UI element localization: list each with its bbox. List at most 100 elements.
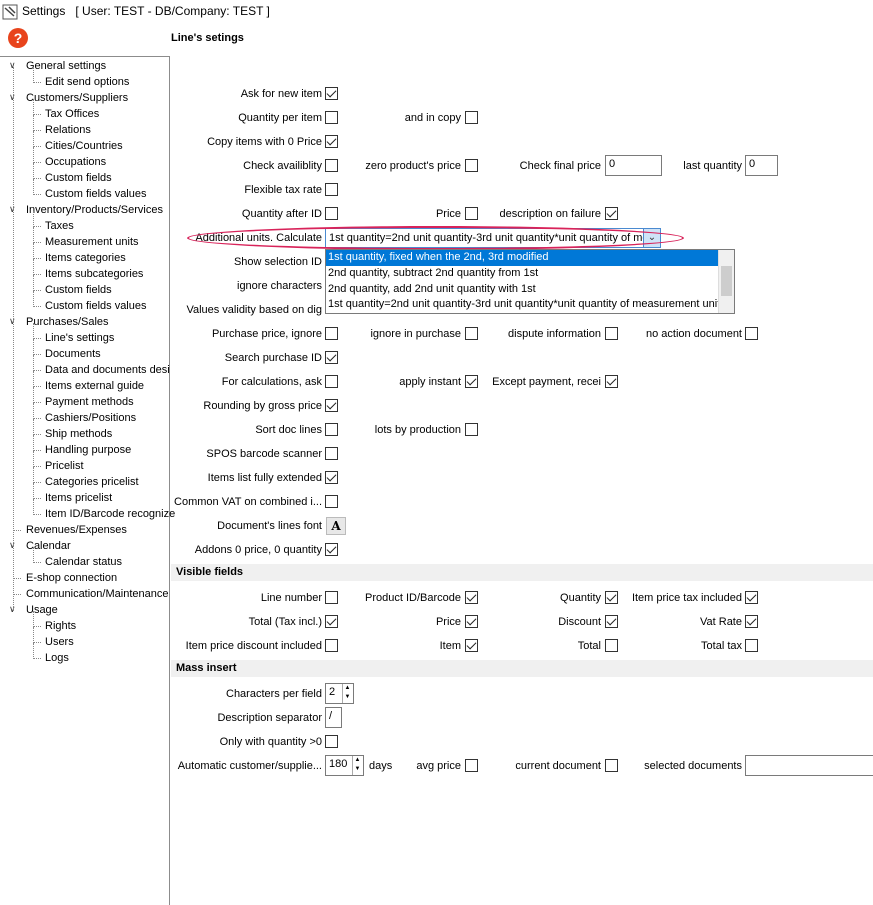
zero-product-price-checkbox[interactable] bbox=[465, 159, 478, 172]
tree-connector bbox=[33, 243, 34, 259]
sidebar-item[interactable]: Calendar status bbox=[45, 555, 122, 569]
ignore-in-purchase-checkbox[interactable] bbox=[465, 327, 478, 340]
scrollbar-thumb[interactable] bbox=[721, 266, 732, 296]
sidebar-item[interactable]: Communication/Maintenance bbox=[26, 587, 168, 601]
sidebar-item[interactable]: E-shop connection bbox=[26, 571, 117, 585]
dispute-info-checkbox[interactable] bbox=[605, 327, 618, 340]
sidebar-item[interactable]: Inventory/Products/Services bbox=[26, 203, 163, 217]
sidebar-item[interactable]: Edit send options bbox=[45, 75, 129, 89]
spos-barcode-checkbox[interactable] bbox=[325, 447, 338, 460]
tree-connector bbox=[33, 211, 34, 227]
chars-per-field-spinner[interactable]: ▲ ▼ bbox=[342, 684, 352, 703]
sidebar-item[interactable]: Measurement units bbox=[45, 235, 139, 249]
help-icon[interactable]: ? bbox=[8, 28, 28, 48]
last-quantity-input[interactable]: 0 bbox=[745, 155, 778, 176]
sidebar-item[interactable]: Rights bbox=[45, 619, 76, 633]
sidebar-item[interactable]: Custom fields bbox=[45, 171, 112, 185]
for-calc-ask-checkbox[interactable] bbox=[325, 375, 338, 388]
item-price-tax-incl-checkbox[interactable] bbox=[745, 591, 758, 604]
sidebar-item[interactable]: Items categories bbox=[45, 251, 126, 265]
sidebar-item[interactable]: Tax Offices bbox=[45, 107, 99, 121]
auto-customer-spinner[interactable]: ▲ ▼ bbox=[352, 756, 362, 775]
dropdown-option[interactable]: 1st quantity, fixed when the 2nd, 3rd mo… bbox=[326, 250, 719, 266]
total-tax-incl-checkbox[interactable] bbox=[325, 615, 338, 628]
total-tax-checkbox[interactable] bbox=[745, 639, 758, 652]
current-document-checkbox[interactable] bbox=[605, 759, 618, 772]
dropdown-option[interactable]: 2nd quantity, subtract 2nd quantity from… bbox=[326, 266, 719, 282]
dropdown-option[interactable]: 1st quantity=2nd unit quantity-3rd unit … bbox=[326, 297, 719, 313]
quantity-checkbox[interactable] bbox=[605, 591, 618, 604]
product-id-checkbox[interactable] bbox=[465, 591, 478, 604]
sidebar-item[interactable]: Cities/Countries bbox=[45, 139, 123, 153]
common-vat-checkbox[interactable] bbox=[325, 495, 338, 508]
sidebar-item[interactable]: Custom fields bbox=[45, 283, 112, 297]
sidebar-item[interactable]: Ship methods bbox=[45, 427, 112, 441]
rounding-gross-checkbox[interactable] bbox=[325, 399, 338, 412]
sidebar-item[interactable]: Users bbox=[45, 635, 74, 649]
copy-zero-price-checkbox[interactable] bbox=[325, 135, 338, 148]
apply-instant-checkbox[interactable] bbox=[465, 375, 478, 388]
sidebar-item[interactable]: Logs bbox=[45, 651, 69, 665]
sidebar-item[interactable]: Relations bbox=[45, 123, 91, 137]
font-picker-button[interactable]: A bbox=[326, 517, 346, 535]
selected-documents-input[interactable] bbox=[745, 755, 873, 776]
sidebar-item[interactable]: Line's settings bbox=[45, 331, 115, 345]
ask-new-item-checkbox[interactable] bbox=[325, 87, 338, 100]
check-avail-checkbox[interactable] bbox=[325, 159, 338, 172]
sidebar-item[interactable]: Pricelist bbox=[45, 459, 84, 473]
sidebar-item[interactable]: Cashiers/Positions bbox=[45, 411, 136, 425]
sidebar-item[interactable]: General settings bbox=[26, 59, 106, 73]
lots-by-production-checkbox[interactable] bbox=[465, 423, 478, 436]
sidebar-item[interactable]: Handling purpose bbox=[45, 443, 131, 457]
sidebar-item[interactable]: Categories pricelist bbox=[45, 475, 139, 489]
sidebar-item[interactable]: Customers/Suppliers bbox=[26, 91, 128, 105]
no-action-doc-checkbox[interactable] bbox=[745, 327, 758, 340]
tree-connector bbox=[13, 578, 21, 579]
total-tax-incl-label: Total (Tax incl.) bbox=[248, 616, 322, 628]
search-purchase-id-checkbox[interactable] bbox=[325, 351, 338, 364]
sidebar-item[interactable]: Occupations bbox=[45, 155, 106, 169]
sidebar-item[interactable]: Payment methods bbox=[45, 395, 134, 409]
sort-doc-lines-checkbox[interactable] bbox=[325, 423, 338, 436]
line-number-checkbox[interactable] bbox=[325, 591, 338, 604]
vat-rate-checkbox[interactable] bbox=[745, 615, 758, 628]
sidebar-item[interactable]: Items subcategories bbox=[45, 267, 143, 281]
item-price-discount-checkbox[interactable] bbox=[325, 639, 338, 652]
discount-checkbox[interactable] bbox=[605, 615, 618, 628]
vf-price-checkbox[interactable] bbox=[465, 615, 478, 628]
sidebar-item[interactable]: Taxes bbox=[45, 219, 74, 233]
desc-separator-input[interactable]: / bbox=[325, 707, 342, 728]
flexible-tax-checkbox[interactable] bbox=[325, 183, 338, 196]
dropdown-option[interactable]: 2nd quantity, add 2nd unit quantity with… bbox=[326, 282, 719, 298]
doc-lines-font-label: Document's lines font bbox=[217, 520, 322, 532]
sidebar-item[interactable]: Items external guide bbox=[45, 379, 144, 393]
total-checkbox[interactable] bbox=[605, 639, 618, 652]
items-list-extended-checkbox[interactable] bbox=[325, 471, 338, 484]
qty-per-item-checkbox[interactable] bbox=[325, 111, 338, 124]
tree-connector bbox=[33, 163, 34, 179]
desc-on-failure-checkbox[interactable] bbox=[605, 207, 618, 220]
last-quantity-label: last quantity bbox=[683, 160, 742, 172]
sidebar-item[interactable]: Items pricelist bbox=[45, 491, 112, 505]
qty-after-id-checkbox[interactable] bbox=[325, 207, 338, 220]
dropdown-scrollbar[interactable] bbox=[718, 250, 734, 313]
check-final-price-input[interactable]: 0 bbox=[605, 155, 662, 176]
except-payment-checkbox[interactable] bbox=[605, 375, 618, 388]
tree-connector bbox=[33, 467, 34, 483]
only-qty-checkbox[interactable] bbox=[325, 735, 338, 748]
and-in-copy-checkbox[interactable] bbox=[465, 111, 478, 124]
sidebar-item[interactable]: Purchases/Sales bbox=[26, 315, 109, 329]
additional-units-dropdown[interactable]: 1st quantity, fixed when the 2nd, 3rd mo… bbox=[325, 249, 735, 314]
purchase-price-ignore-checkbox[interactable] bbox=[325, 327, 338, 340]
price-checkbox[interactable] bbox=[465, 207, 478, 220]
sidebar-item[interactable]: Documents bbox=[45, 347, 101, 361]
sidebar-item[interactable]: Custom fields values bbox=[45, 187, 147, 201]
avg-price-checkbox[interactable] bbox=[465, 759, 478, 772]
sidebar-item[interactable]: Item ID/Barcode recognize bbox=[45, 507, 175, 521]
sidebar-item[interactable]: Usage bbox=[26, 603, 58, 617]
sidebar-item[interactable]: Custom fields values bbox=[45, 299, 147, 313]
item-checkbox[interactable] bbox=[465, 639, 478, 652]
sidebar-item[interactable]: Revenues/Expenses bbox=[26, 523, 127, 537]
sidebar-item[interactable]: Data and documents desi bbox=[45, 363, 170, 377]
addons-zero-price-checkbox[interactable] bbox=[325, 543, 338, 556]
